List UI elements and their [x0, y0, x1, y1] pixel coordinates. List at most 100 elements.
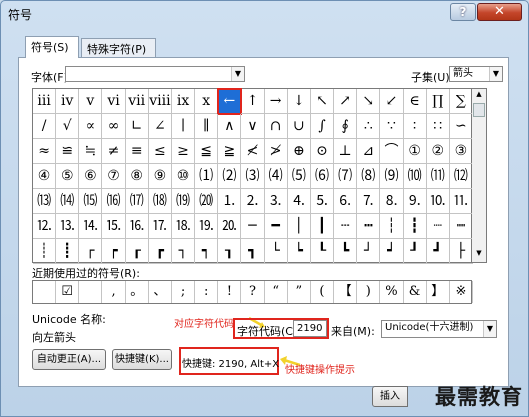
- symbol-cell[interactable]: ┖: [310, 239, 335, 264]
- symbol-cell[interactable]: ∞: [102, 114, 126, 139]
- symbol-cell[interactable]: ⅹ: [195, 89, 219, 114]
- symbol-cell[interactable]: ⒉: [241, 189, 265, 214]
- symbol-cell[interactable]: ⑤: [56, 164, 80, 189]
- symbol-cell[interactable]: ≮: [241, 139, 265, 164]
- symbol-cell[interactable]: ⅷ: [148, 89, 172, 114]
- recent-symbol-cell[interactable]: [79, 281, 103, 303]
- symbol-cell[interactable]: ⊕: [287, 139, 311, 164]
- symbol-cell[interactable]: ⑴: [195, 164, 219, 189]
- symbol-cell[interactable]: ↘: [357, 89, 381, 114]
- symbol-cell[interactable]: ┕: [287, 239, 311, 264]
- symbol-cell[interactable]: ┙: [380, 239, 404, 264]
- tab-symbols[interactable]: 符号(S): [25, 36, 79, 58]
- recent-symbol-cell[interactable]: ?: [241, 281, 265, 303]
- from-select[interactable]: Unicode(十六进制) ▼: [381, 320, 497, 338]
- symbol-cell[interactable]: ⊿: [357, 139, 381, 164]
- symbol-cell[interactable]: ∷: [426, 114, 450, 139]
- subset-select[interactable]: 箭头 ▼: [449, 66, 503, 82]
- recent-symbol-cell[interactable]: 。: [126, 281, 149, 303]
- symbol-cell[interactable]: ⒕: [79, 214, 103, 239]
- symbol-cell[interactable]: ∣: [171, 114, 196, 139]
- symbol-cell[interactable]: ─: [241, 214, 265, 239]
- symbol-cell[interactable]: ⅴ: [79, 89, 103, 114]
- symbol-cell[interactable]: ┇: [403, 214, 427, 239]
- symbol-cell[interactable]: ⒙: [171, 214, 196, 239]
- symbol-cell[interactable]: ≌: [56, 139, 80, 164]
- symbol-cell[interactable]: ∶: [403, 114, 427, 139]
- symbol-cell[interactable]: ⒊: [264, 189, 288, 214]
- symbol-cell[interactable]: ∟: [125, 114, 149, 139]
- symbol-cell[interactable]: ≠: [102, 139, 126, 164]
- symbol-cell[interactable]: ↗: [334, 89, 358, 114]
- close-button[interactable]: ✕: [477, 3, 522, 21]
- scroll-thumb[interactable]: [473, 103, 485, 117]
- symbol-cell[interactable]: ⑶: [241, 164, 265, 189]
- symbol-cell[interactable]: ∽: [449, 114, 473, 139]
- symbol-cell[interactable]: ≈: [33, 139, 57, 164]
- symbol-cell[interactable]: ⑹: [310, 164, 335, 189]
- symbol-cell[interactable]: ⑨: [148, 164, 172, 189]
- symbol-cell[interactable]: ┉: [449, 214, 473, 239]
- symbol-cell[interactable]: ⒛: [218, 214, 242, 239]
- symbol-cell[interactable]: ≤: [148, 139, 172, 164]
- symbol-cell[interactable]: ∵: [380, 114, 404, 139]
- symbol-cell[interactable]: ⅸ: [171, 89, 196, 114]
- recent-symbol-cell[interactable]: ☑: [56, 281, 80, 303]
- symbol-cell[interactable]: │: [287, 214, 311, 239]
- recent-symbol-cell[interactable]: &: [404, 281, 427, 303]
- symbol-cell[interactable]: /: [33, 114, 57, 139]
- symbol-cell[interactable]: ⑧: [125, 164, 149, 189]
- symbol-cell[interactable]: ⑵: [218, 164, 242, 189]
- symbol-cell[interactable]: ┆: [380, 214, 404, 239]
- symbol-cell[interactable]: ┅: [357, 214, 381, 239]
- symbol-cell[interactable]: ↖: [310, 89, 335, 114]
- symbol-cell[interactable]: ⒋: [287, 189, 311, 214]
- insert-button[interactable]: 插入: [372, 386, 408, 407]
- recent-symbol-cell[interactable]: ): [357, 281, 381, 303]
- symbol-cell[interactable]: ⒑: [426, 189, 450, 214]
- symbol-cell[interactable]: ┗: [334, 239, 358, 264]
- symbol-cell[interactable]: ┎: [125, 239, 149, 264]
- symbol-cell[interactable]: ③: [449, 139, 473, 164]
- symbol-cell[interactable]: ≦: [195, 139, 219, 164]
- symbol-cell[interactable]: ⒒: [449, 189, 473, 214]
- symbol-cell[interactable]: ⒁: [56, 189, 80, 214]
- symbol-cell[interactable]: ⒃: [102, 189, 126, 214]
- symbol-cell[interactable]: ①: [403, 139, 427, 164]
- symbol-cell[interactable]: ┊: [33, 239, 57, 264]
- scroll-up-icon[interactable]: ▲: [473, 90, 485, 102]
- symbol-cell[interactable]: ⒂: [79, 189, 103, 214]
- symbol-cell[interactable]: ⒌: [310, 189, 335, 214]
- symbol-cell[interactable]: ⑩: [171, 164, 196, 189]
- symbol-cell[interactable]: ∥: [195, 114, 219, 139]
- symbol-cell[interactable]: ↙: [380, 89, 404, 114]
- symbol-cell[interactable]: ←: [217, 88, 243, 115]
- symbol-cell[interactable]: ┌: [79, 239, 103, 264]
- recent-symbol-cell[interactable]: ”: [288, 281, 311, 303]
- symbol-cell[interactable]: ┋: [56, 239, 80, 264]
- recent-symbol-cell[interactable]: ※: [450, 281, 473, 303]
- symbol-cell[interactable]: ≥: [171, 139, 196, 164]
- symbol-cell[interactable]: ⑥: [79, 164, 103, 189]
- symbol-cell[interactable]: ┒: [218, 239, 242, 264]
- symbol-cell[interactable]: ⑼: [380, 164, 404, 189]
- symbol-cell[interactable]: ⑾: [426, 164, 450, 189]
- symbol-cell[interactable]: ┛: [426, 239, 450, 264]
- recent-symbol-cell[interactable]: [33, 281, 57, 303]
- symbol-cell[interactable]: ├: [449, 239, 473, 264]
- recent-symbol-cell[interactable]: !: [218, 281, 242, 303]
- symbol-cell[interactable]: ⊥: [334, 139, 358, 164]
- recent-symbol-cell[interactable]: :: [195, 281, 219, 303]
- symbol-cell[interactable]: ⒘: [148, 214, 172, 239]
- symbol-cell[interactable]: ┈: [426, 214, 450, 239]
- symbol-cell[interactable]: ⑸: [287, 164, 311, 189]
- symbol-cell[interactable]: ∝: [79, 114, 103, 139]
- symbol-cell[interactable]: ⒈: [218, 189, 242, 214]
- symbol-cell[interactable]: ≡: [125, 139, 149, 164]
- symbol-cell[interactable]: ┚: [403, 239, 427, 264]
- symbol-cell[interactable]: ∈: [403, 89, 427, 114]
- tab-special-chars[interactable]: 特殊字符(P): [81, 38, 156, 58]
- symbol-cell[interactable]: ∨: [241, 114, 265, 139]
- symbol-cell[interactable]: ∑: [449, 89, 473, 114]
- symbol-cell[interactable]: ⌒: [380, 139, 404, 164]
